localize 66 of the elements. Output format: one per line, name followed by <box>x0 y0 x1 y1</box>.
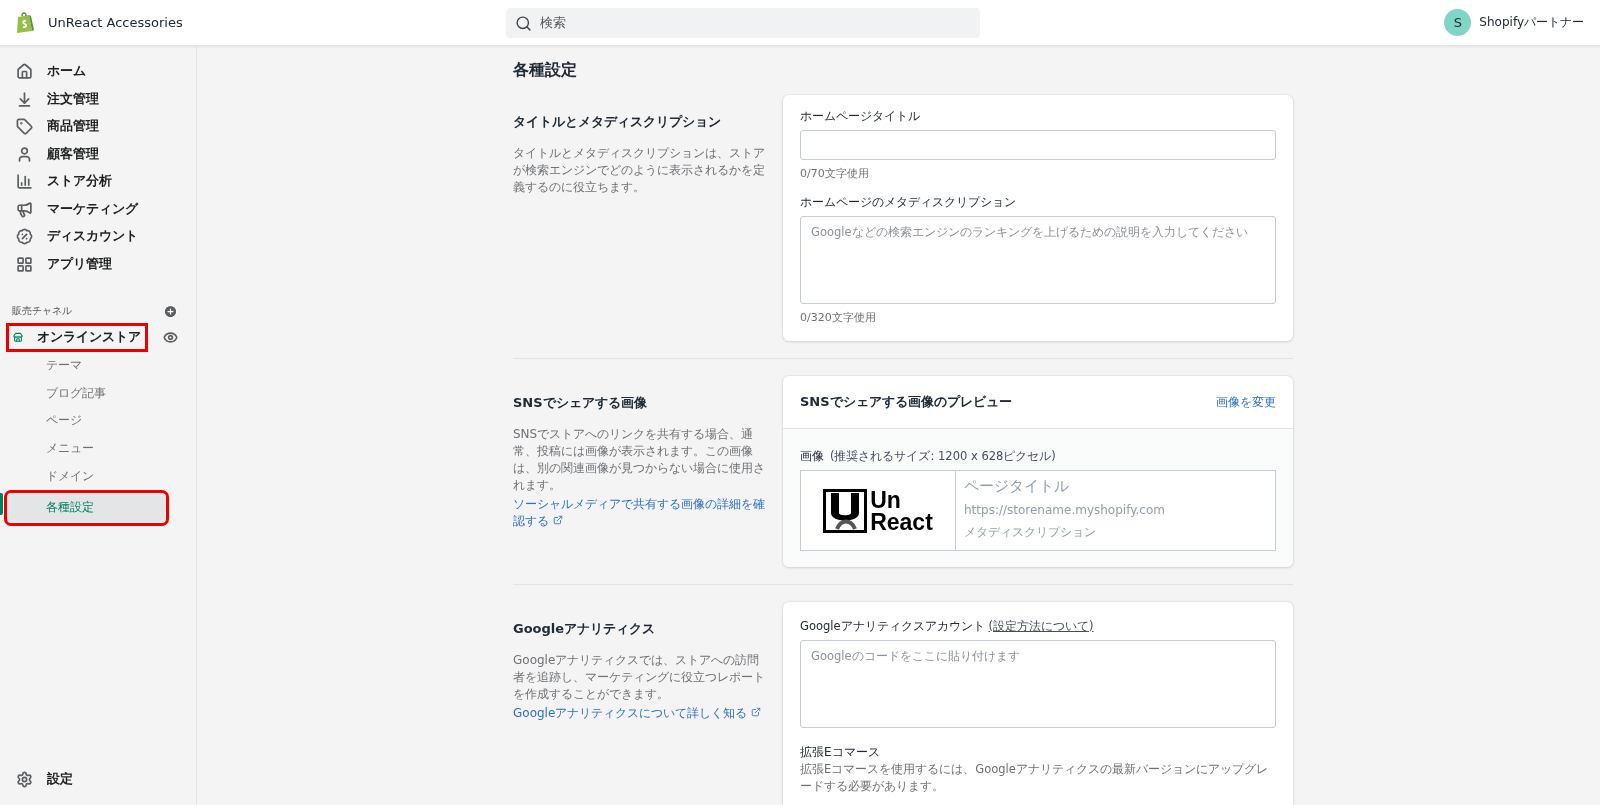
shopping-bag-logo-icon <box>16 11 34 34</box>
nav-item[interactable]: 顧客管理 <box>0 140 196 168</box>
sub-nav-item[interactable]: ページ <box>12 407 165 435</box>
section-description: Googleアナリティクスでは、ストアへの訪問者を追跡し、マーケティングに役立つレポートを作成することができます。 <box>513 652 765 703</box>
field-label: 画像 <box>800 449 824 464</box>
inbox-download-icon <box>16 90 33 108</box>
external-link-icon <box>552 515 563 525</box>
sub-nav-item[interactable]: メニュー <box>12 434 165 463</box>
nav-item[interactable]: ディスカウント <box>0 223 196 251</box>
nav-item[interactable]: アプリ管理 <box>0 250 196 278</box>
store-name: UnReact Accessories <box>48 15 183 30</box>
nav-item[interactable]: マーケティング <box>0 195 196 223</box>
u-logo-icon <box>823 488 868 533</box>
eye-icon[interactable] <box>163 330 178 345</box>
preview-title: ページタイトル <box>964 477 1070 496</box>
home-icon <box>16 63 33 81</box>
section-title: タイトルとメタディスクリプション <box>513 113 722 131</box>
megaphone-icon <box>16 200 33 218</box>
external-link-icon <box>751 707 762 717</box>
settings-icon <box>16 770 33 788</box>
nav-item[interactable]: ホーム <box>0 58 196 86</box>
page-title: 各種設定 <box>513 60 578 81</box>
nav-item[interactable]: ストア分析 <box>0 168 196 196</box>
account-name[interactable]: Shopifyパートナー <box>1479 14 1584 31</box>
selection-bar <box>0 492 3 515</box>
character-counter: 0/320文字使用 <box>800 310 877 325</box>
section-heading: 販売チャネル <box>12 304 72 318</box>
preview-description: メタディスクリプション <box>964 524 1097 541</box>
character-counter: 0/70文字使用 <box>800 166 870 181</box>
apps-grid-icon <box>16 255 33 273</box>
nav-item[interactable]: オンラインストア <box>6 323 148 352</box>
input-field[interactable] <box>800 130 1276 160</box>
avatar[interactable]: S <box>1444 9 1472 36</box>
size-hint: (推奨されるサイズ: 1200 x 628ピクセル) <box>830 449 1056 464</box>
percent-badge-icon <box>16 228 33 246</box>
nav-item[interactable]: 設定 <box>0 765 196 793</box>
search-field[interactable]: 検索 <box>506 7 980 38</box>
nav-item[interactable]: 注文管理 <box>0 85 196 113</box>
section-description: SNSでストアへのリンクを共有する場合、通常、投稿には画像が表示されます。この画像は、別の関連画像が見つからない場合に使用されます。 <box>513 426 765 494</box>
subsection-title: 拡張Eコマース <box>800 744 881 761</box>
search-icon <box>515 14 532 32</box>
card-title: SNSでシェアする画像のプレビュー <box>800 393 1012 411</box>
learn-more-link[interactable]: Googleアナリティクスについて詳しく知る <box>513 705 765 722</box>
setup-help-link[interactable]: (設定方法について) <box>988 619 1094 634</box>
bar-chart-icon <box>16 173 33 191</box>
add-icon[interactable] <box>163 303 178 319</box>
logo-word: Un <box>870 488 902 511</box>
code-textarea-field[interactable]: Googleのコードをここに貼り付けます <box>800 640 1276 728</box>
section-title: Googleアナリティクス <box>513 620 657 638</box>
textarea-field[interactable]: Googleなどの検索エンジンのランキングを上げるための説明を入力してください <box>800 216 1276 304</box>
section-description: タイトルとメタディスクリプションは、ストアが検索エンジンでどのように表示されるかを定義するのに役立ちます。 <box>513 145 765 196</box>
sub-nav-item[interactable]: ブログ記事 <box>12 379 165 408</box>
learn-more-link[interactable]: ソーシャルメディアで共有する画像の詳細を確認する <box>513 496 765 530</box>
sub-nav-item[interactable]: テーマ <box>12 352 165 380</box>
field-label: ホームページタイトル <box>800 109 921 124</box>
tag-icon <box>16 118 33 136</box>
preview-url: https://storename.myshopify.com <box>964 503 1165 517</box>
change-image-link[interactable]: 画像を変更 <box>1216 394 1276 410</box>
field-label: Googleアナリティクスアカウント <box>800 619 985 634</box>
subsection-description: 拡張Eコマースを使用するには、Googleアナリティクスの最新バージョンにアップグレードする必要があります。 <box>800 761 1269 795</box>
field-label: ホームページのメタディスクリプション <box>800 195 1017 210</box>
logo-word: React <box>870 510 933 533</box>
section-title: SNSでシェアする画像 <box>513 394 648 412</box>
person-icon <box>16 145 33 163</box>
nav-item[interactable]: 商品管理 <box>0 113 196 141</box>
sub-nav-item[interactable]: ドメイン <box>12 462 165 490</box>
